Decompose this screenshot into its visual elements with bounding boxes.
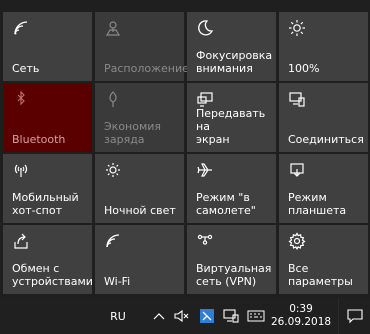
action-center-quick-actions: Сеть Расположение Фокусировка внимания 1… — [0, 0, 370, 298]
network-wifi-icon — [12, 19, 30, 37]
tile-label: Все параметры — [288, 262, 353, 288]
tile-label: Передавать на экран — [196, 107, 266, 146]
brightness-icon — [288, 19, 306, 37]
tile-label: Экономия заряда — [104, 120, 162, 146]
moon-icon — [196, 19, 214, 37]
network-tray-icon[interactable] — [220, 298, 242, 334]
action-center-button[interactable] — [338, 298, 370, 334]
project-icon — [196, 90, 214, 108]
tile-label: Виртуальная сеть (VPN) — [196, 262, 272, 288]
vpn-icon — [196, 232, 214, 250]
tile-label: Сеть — [12, 62, 40, 75]
clock-date: 26.09.2018 — [270, 316, 332, 328]
tile-tablet-mode[interactable]: Режим планшета — [279, 154, 368, 223]
tile-label: Расположение — [104, 62, 189, 75]
keyboard-icon[interactable] — [244, 298, 268, 334]
tile-label: Мобильный хот-спот — [12, 191, 79, 217]
tile-airplane-mode[interactable]: Режим "в самолете" — [187, 154, 276, 223]
tile-battery-saver[interactable]: Экономия заряда — [95, 83, 184, 152]
app-tray-icon[interactable] — [196, 298, 218, 334]
connect-icon — [288, 90, 306, 108]
tile-brightness[interactable]: 100% — [279, 12, 368, 81]
volume-muted-icon[interactable] — [172, 298, 192, 334]
clock-time: 0:39 — [289, 303, 313, 315]
nearby-share-icon — [12, 232, 30, 250]
chevron-up-icon[interactable] — [150, 298, 168, 334]
tile-label: Wi-Fi — [104, 275, 131, 288]
tile-night-light[interactable]: Ночной свет — [95, 154, 184, 223]
tile-label: Bluetooth — [12, 133, 66, 146]
clock[interactable]: 0:39 26.09.2018 — [270, 298, 332, 334]
gear-icon — [288, 232, 306, 250]
tablet-mode-icon — [288, 161, 306, 179]
taskbar: RU 0:39 26.09.2018 — [0, 298, 370, 334]
tile-label: Обмен с устройствами — [12, 262, 93, 288]
tile-wifi[interactable]: Wi-Fi — [95, 225, 184, 294]
wifi-icon — [104, 232, 122, 250]
hotspot-icon — [12, 161, 30, 179]
tile-label: Режим "в самолете" — [196, 191, 256, 217]
tile-label: Ночной свет — [104, 204, 176, 217]
tile-bluetooth[interactable]: Bluetooth — [3, 83, 92, 152]
tile-nearby-sharing[interactable]: Обмен с устройствами — [3, 225, 93, 294]
tile-label: 100% — [288, 62, 320, 75]
battery-saver-icon — [104, 90, 122, 108]
tile-all-settings[interactable]: Все параметры — [279, 225, 368, 294]
tile-connect[interactable]: Соединиться — [279, 83, 368, 152]
language-indicator[interactable]: RU — [102, 298, 134, 334]
tile-label: Соединиться — [288, 133, 364, 146]
tile-network[interactable]: Сеть — [3, 12, 92, 81]
tile-label: Режим планшета — [288, 191, 347, 217]
tile-focus-assist[interactable]: Фокусировка внимания — [187, 12, 276, 81]
tile-vpn[interactable]: Виртуальная сеть (VPN) — [187, 225, 276, 294]
tile-label: Фокусировка внимания — [196, 49, 273, 75]
tile-project[interactable]: Передавать на экран — [187, 83, 276, 152]
night-light-icon — [104, 161, 122, 179]
location-icon — [104, 19, 122, 37]
tile-mobile-hotspot[interactable]: Мобильный хот-спот — [3, 154, 92, 223]
airplane-icon — [196, 161, 214, 179]
tile-location[interactable]: Расположение — [95, 12, 189, 81]
bluetooth-icon — [12, 90, 30, 108]
